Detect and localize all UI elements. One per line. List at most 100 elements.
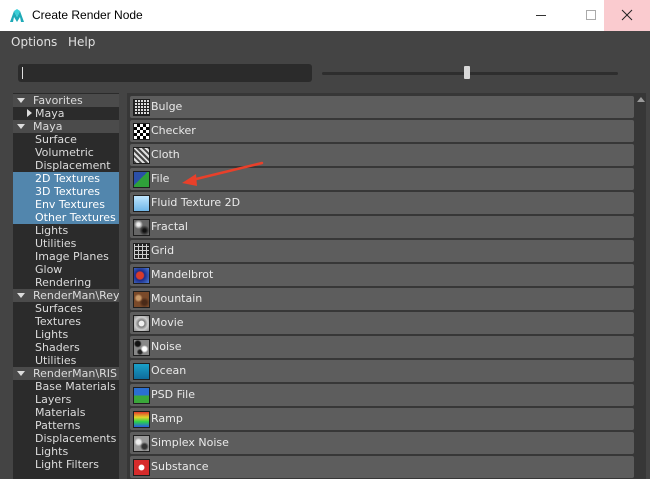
scroll-up-arrow-icon[interactable] bbox=[637, 97, 645, 102]
noise-texture-icon bbox=[133, 339, 150, 356]
tree-item[interactable]: Patterns bbox=[13, 419, 119, 432]
node-label: Mountain bbox=[151, 292, 203, 305]
node-fluid-texture-2d-button[interactable]: Fluid Texture 2D bbox=[130, 192, 634, 214]
node-label: Cloth bbox=[151, 148, 180, 161]
tree-item-label: Light Filters bbox=[35, 458, 99, 471]
tree-item-label: RenderMan\RIS bbox=[33, 367, 117, 380]
node-bulge-button[interactable]: Bulge bbox=[130, 96, 634, 118]
substance-texture-icon bbox=[133, 459, 150, 476]
tree-item-label: Textures bbox=[35, 315, 81, 328]
ramp-texture-icon bbox=[133, 411, 150, 428]
checker-texture-icon bbox=[133, 123, 150, 140]
node-substance-button[interactable]: Substance bbox=[130, 456, 634, 478]
tree-item[interactable]: Surface bbox=[13, 133, 119, 146]
node-psd-file-button[interactable]: PSD File bbox=[130, 384, 634, 406]
expand-triangle-icon[interactable] bbox=[17, 98, 25, 103]
tree-item-label: Layers bbox=[35, 393, 72, 406]
tree-item[interactable]: 3D Textures bbox=[13, 185, 119, 198]
movie-texture-icon bbox=[133, 315, 150, 332]
tree-item[interactable]: Maya bbox=[13, 107, 119, 120]
tree-item[interactable]: Lights bbox=[13, 328, 119, 341]
tree-item[interactable]: Utilities bbox=[13, 354, 119, 367]
tree-item[interactable]: Maya bbox=[13, 120, 119, 133]
tree-item-label: Lights bbox=[35, 328, 69, 341]
expand-triangle-icon[interactable] bbox=[17, 124, 25, 129]
tree-item-label: Utilities bbox=[35, 354, 77, 367]
node-grid-button[interactable]: Grid bbox=[130, 240, 634, 262]
icon-size-slider-handle[interactable] bbox=[464, 66, 470, 79]
node-label: Mandelbrot bbox=[151, 268, 214, 281]
node-label: Ramp bbox=[151, 412, 183, 425]
tree-item-label: Surfaces bbox=[35, 302, 83, 315]
simplex-noise-texture-icon bbox=[133, 435, 150, 452]
tree-item-label: 3D Textures bbox=[35, 185, 100, 198]
node-ocean-button[interactable]: Ocean bbox=[130, 360, 634, 382]
tree-item[interactable]: RenderMan\Reyes bbox=[13, 289, 119, 302]
tree-item[interactable]: Surfaces bbox=[13, 302, 119, 315]
node-label: Checker bbox=[151, 124, 196, 137]
node-simplex-noise-button[interactable]: Simplex Noise bbox=[130, 432, 634, 454]
search-input[interactable] bbox=[18, 64, 312, 82]
tree-item[interactable]: Lights bbox=[13, 224, 119, 237]
menu-help[interactable]: Help bbox=[68, 35, 95, 49]
node-mountain-button[interactable]: Mountain bbox=[130, 288, 634, 310]
node-label: Noise bbox=[151, 340, 182, 353]
close-icon bbox=[621, 9, 633, 21]
icon-size-slider[interactable] bbox=[322, 72, 618, 75]
category-tree: Favorites Maya Maya Surface Volumetric Displa… bbox=[13, 93, 119, 479]
expand-triangle-icon[interactable] bbox=[17, 293, 25, 298]
tree-item[interactable]: Shaders bbox=[13, 341, 119, 354]
tree-item[interactable]: 2D Textures bbox=[13, 172, 119, 185]
fractal-texture-icon bbox=[133, 219, 150, 236]
tree-item-label: Favorites bbox=[33, 94, 83, 107]
tree-item[interactable]: Other Textures bbox=[13, 211, 119, 224]
node-label: Grid bbox=[151, 244, 175, 257]
expand-triangle-icon[interactable] bbox=[17, 371, 25, 376]
tree-item[interactable]: Layers bbox=[13, 393, 119, 406]
node-ramp-button[interactable]: Ramp bbox=[130, 408, 634, 430]
node-noise-button[interactable]: Noise bbox=[130, 336, 634, 358]
close-button[interactable] bbox=[604, 0, 650, 31]
collapsed-triangle-icon[interactable] bbox=[27, 109, 32, 117]
tree-item-label: Displacements bbox=[35, 432, 117, 445]
tree-item[interactable]: Lights bbox=[13, 445, 119, 458]
tree-item[interactable]: Rendering bbox=[13, 276, 119, 289]
psd-file-texture-icon bbox=[133, 387, 150, 404]
tree-item-label: Utilities bbox=[35, 237, 77, 250]
minimize-icon bbox=[536, 15, 546, 16]
tree-item[interactable]: Light Filters bbox=[13, 458, 119, 471]
text-caret bbox=[22, 67, 23, 79]
tree-item-label: RenderMan\Reyes bbox=[33, 289, 119, 302]
tree-item-label: Materials bbox=[35, 406, 86, 419]
node-movie-button[interactable]: Movie bbox=[130, 312, 634, 334]
node-list-scrollbar[interactable] bbox=[635, 93, 646, 479]
tree-item[interactable]: Utilities bbox=[13, 237, 119, 250]
node-label: File bbox=[151, 172, 170, 185]
cloth-texture-icon bbox=[133, 147, 150, 164]
tree-item[interactable]: Textures bbox=[13, 315, 119, 328]
ocean-texture-icon bbox=[133, 363, 150, 380]
tree-item-label: Volumetric bbox=[35, 146, 94, 159]
tree-item[interactable]: Base Materials bbox=[13, 380, 119, 393]
title-bar: Create Render Node bbox=[0, 0, 650, 31]
tree-item[interactable]: Image Planes bbox=[13, 250, 119, 263]
node-fractal-button[interactable]: Fractal bbox=[130, 216, 634, 238]
tree-item[interactable]: RenderMan\RIS bbox=[13, 367, 119, 380]
tree-item[interactable]: Favorites bbox=[13, 94, 119, 107]
tree-item[interactable]: Glow bbox=[13, 263, 119, 276]
tree-item-label: Lights bbox=[35, 224, 69, 237]
menu-options[interactable]: Options bbox=[11, 35, 57, 49]
tree-item[interactable]: Displacement bbox=[13, 159, 119, 172]
node-label: Simplex Noise bbox=[151, 436, 229, 449]
tree-item[interactable]: Materials bbox=[13, 406, 119, 419]
node-label: Fluid Texture 2D bbox=[151, 196, 241, 209]
tree-item-label: Glow bbox=[35, 263, 63, 276]
node-mandelbrot-button[interactable]: Mandelbrot bbox=[130, 264, 634, 286]
tree-item-label: Patterns bbox=[35, 419, 81, 432]
tree-item[interactable]: Env Textures bbox=[13, 198, 119, 211]
tree-item[interactable]: Volumetric bbox=[13, 146, 119, 159]
tree-item[interactable]: Displacements bbox=[13, 432, 119, 445]
node-checker-button[interactable]: Checker bbox=[130, 120, 634, 142]
minimize-button[interactable] bbox=[518, 0, 564, 31]
maya-icon bbox=[10, 9, 24, 22]
